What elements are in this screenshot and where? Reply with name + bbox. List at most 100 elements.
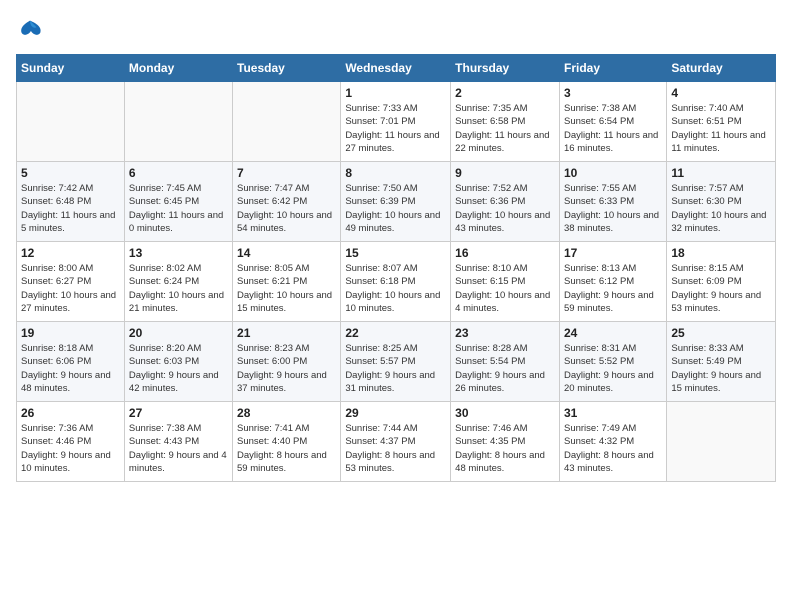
calendar-cell: 16 Sunrise: 8:10 AM Sunset: 6:15 PM Dayli… <box>451 242 560 322</box>
calendar-cell: 25Sunrise: 8:33 AM Sunset: 5:49 PM Dayli… <box>667 322 776 402</box>
column-header-monday: Monday <box>124 55 232 82</box>
calendar-cell: 15 Sunrise: 8:07 AM Sunset: 6:18 PM Dayli… <box>341 242 451 322</box>
day-info: Sunrise: 7:50 AM Sunset: 6:39 PM Dayligh… <box>345 182 446 235</box>
column-header-saturday: Saturday <box>667 55 776 82</box>
day-number: 5 <box>21 166 120 180</box>
day-number: 28 <box>237 406 336 420</box>
calendar-cell <box>233 82 341 162</box>
day-number: 14 <box>237 246 336 260</box>
day-info: Sunrise: 7:45 AM Sunset: 6:45 PM Dayligh… <box>129 182 228 235</box>
calendar-cell: 4 Sunrise: 7:40 AM Sunset: 6:51 PM Daylig… <box>667 82 776 162</box>
day-number: 1 <box>345 86 446 100</box>
day-info: Sunrise: 7:40 AM Sunset: 6:51 PM Dayligh… <box>671 102 771 155</box>
day-info: Sunrise: 8:18 AM Sunset: 6:06 PM Dayligh… <box>21 342 120 395</box>
day-number: 3 <box>564 86 662 100</box>
calendar-cell: 21 Sunrise: 8:23 AM Sunset: 6:00 PM Dayli… <box>233 322 341 402</box>
calendar-cell: 28 Sunrise: 7:41 AM Sunset: 4:40 PM Dayli… <box>233 402 341 482</box>
day-info: Sunrise: 7:42 AM Sunset: 6:48 PM Dayligh… <box>21 182 120 235</box>
day-number: 8 <box>345 166 446 180</box>
column-header-wednesday: Wednesday <box>341 55 451 82</box>
calendar-cell: 3 Sunrise: 7:38 AM Sunset: 6:54 PM Daylig… <box>559 82 666 162</box>
day-info: Sunrise: 7:44 AM Sunset: 4:37 PM Dayligh… <box>345 422 446 475</box>
calendar-cell: 7 Sunrise: 7:47 AM Sunset: 6:42 PM Daylig… <box>233 162 341 242</box>
day-number: 22 <box>345 326 446 340</box>
day-info: Sunrise: 7:35 AM Sunset: 6:58 PM Dayligh… <box>455 102 555 155</box>
logo-bird-icon <box>16 16 44 44</box>
day-info: Sunrise: 8:20 AM Sunset: 6:03 PM Dayligh… <box>129 342 228 395</box>
page-header <box>16 16 776 44</box>
day-number: 16 <box>455 246 555 260</box>
day-info: Sunrise: 7:49 AM Sunset: 4:32 PM Dayligh… <box>564 422 662 475</box>
day-info: Sunrise: 8:13 AM Sunset: 6:12 PM Dayligh… <box>564 262 662 315</box>
day-number: 26 <box>21 406 120 420</box>
day-info: Sunrise: 8:23 AM Sunset: 6:00 PM Dayligh… <box>237 342 336 395</box>
calendar-table: SundayMondayTuesdayWednesdayThursdayFrid… <box>16 54 776 482</box>
column-header-thursday: Thursday <box>451 55 560 82</box>
week-row-3: 12Sunrise: 8:00 AM Sunset: 6:27 PM Dayli… <box>17 242 776 322</box>
calendar-cell: 2 Sunrise: 7:35 AM Sunset: 6:58 PM Daylig… <box>451 82 560 162</box>
day-info: Sunrise: 8:15 AM Sunset: 6:09 PM Dayligh… <box>671 262 771 315</box>
column-header-tuesday: Tuesday <box>233 55 341 82</box>
day-number: 2 <box>455 86 555 100</box>
day-info: Sunrise: 7:38 AM Sunset: 6:54 PM Dayligh… <box>564 102 662 155</box>
day-info: Sunrise: 8:28 AM Sunset: 5:54 PM Dayligh… <box>455 342 555 395</box>
week-row-1: 1 Sunrise: 7:33 AM Sunset: 7:01 PM Daylig… <box>17 82 776 162</box>
logo <box>16 16 48 44</box>
day-number: 31 <box>564 406 662 420</box>
calendar-cell: 30 Sunrise: 7:46 AM Sunset: 4:35 PM Dayli… <box>451 402 560 482</box>
day-info: Sunrise: 7:33 AM Sunset: 7:01 PM Dayligh… <box>345 102 446 155</box>
day-number: 20 <box>129 326 228 340</box>
day-info: Sunrise: 7:57 AM Sunset: 6:30 PM Dayligh… <box>671 182 771 235</box>
week-row-2: 5 Sunrise: 7:42 AM Sunset: 6:48 PM Daylig… <box>17 162 776 242</box>
header-row: SundayMondayTuesdayWednesdayThursdayFrid… <box>17 55 776 82</box>
day-number: 12 <box>21 246 120 260</box>
calendar-cell: 17 Sunrise: 8:13 AM Sunset: 6:12 PM Dayli… <box>559 242 666 322</box>
calendar-cell <box>667 402 776 482</box>
calendar-cell: 10 Sunrise: 7:55 AM Sunset: 6:33 PM Dayli… <box>559 162 666 242</box>
calendar-cell: 8 Sunrise: 7:50 AM Sunset: 6:39 PM Daylig… <box>341 162 451 242</box>
calendar-cell <box>17 82 125 162</box>
day-info: Sunrise: 7:55 AM Sunset: 6:33 PM Dayligh… <box>564 182 662 235</box>
day-number: 29 <box>345 406 446 420</box>
calendar-cell: 29 Sunrise: 7:44 AM Sunset: 4:37 PM Dayli… <box>341 402 451 482</box>
day-number: 6 <box>129 166 228 180</box>
day-info: Sunrise: 8:33 AM Sunset: 5:49 PM Dayligh… <box>671 342 771 395</box>
day-number: 4 <box>671 86 771 100</box>
day-number: 30 <box>455 406 555 420</box>
calendar-cell: 14 Sunrise: 8:05 AM Sunset: 6:21 PM Dayli… <box>233 242 341 322</box>
day-info: Sunrise: 8:10 AM Sunset: 6:15 PM Dayligh… <box>455 262 555 315</box>
calendar-cell: 27Sunrise: 7:38 AM Sunset: 4:43 PM Dayli… <box>124 402 232 482</box>
day-number: 15 <box>345 246 446 260</box>
day-number: 11 <box>671 166 771 180</box>
day-info: Sunrise: 7:41 AM Sunset: 4:40 PM Dayligh… <box>237 422 336 475</box>
day-info: Sunrise: 8:05 AM Sunset: 6:21 PM Dayligh… <box>237 262 336 315</box>
calendar-cell: 13 Sunrise: 8:02 AM Sunset: 6:24 PM Dayli… <box>124 242 232 322</box>
day-info: Sunrise: 7:52 AM Sunset: 6:36 PM Dayligh… <box>455 182 555 235</box>
day-number: 9 <box>455 166 555 180</box>
day-number: 21 <box>237 326 336 340</box>
calendar-cell: 1 Sunrise: 7:33 AM Sunset: 7:01 PM Daylig… <box>341 82 451 162</box>
day-info: Sunrise: 8:07 AM Sunset: 6:18 PM Dayligh… <box>345 262 446 315</box>
calendar-cell: 24Sunrise: 8:31 AM Sunset: 5:52 PM Dayli… <box>559 322 666 402</box>
day-number: 13 <box>129 246 228 260</box>
day-info: Sunrise: 8:25 AM Sunset: 5:57 PM Dayligh… <box>345 342 446 395</box>
day-number: 24 <box>564 326 662 340</box>
day-number: 19 <box>21 326 120 340</box>
day-number: 7 <box>237 166 336 180</box>
day-number: 17 <box>564 246 662 260</box>
day-info: Sunrise: 8:02 AM Sunset: 6:24 PM Dayligh… <box>129 262 228 315</box>
week-row-4: 19 Sunrise: 8:18 AM Sunset: 6:06 PM Dayli… <box>17 322 776 402</box>
calendar-cell: 18Sunrise: 8:15 AM Sunset: 6:09 PM Dayli… <box>667 242 776 322</box>
day-number: 10 <box>564 166 662 180</box>
day-info: Sunrise: 7:47 AM Sunset: 6:42 PM Dayligh… <box>237 182 336 235</box>
day-info: Sunrise: 7:36 AM Sunset: 4:46 PM Dayligh… <box>21 422 120 475</box>
calendar-cell <box>124 82 232 162</box>
column-header-sunday: Sunday <box>17 55 125 82</box>
day-info: Sunrise: 7:46 AM Sunset: 4:35 PM Dayligh… <box>455 422 555 475</box>
day-info: Sunrise: 7:38 AM Sunset: 4:43 PM Dayligh… <box>129 422 228 475</box>
calendar-cell: 22 Sunrise: 8:25 AM Sunset: 5:57 PM Dayli… <box>341 322 451 402</box>
calendar-body: 1 Sunrise: 7:33 AM Sunset: 7:01 PM Daylig… <box>17 82 776 482</box>
calendar-cell: 31 Sunrise: 7:49 AM Sunset: 4:32 PM Dayli… <box>559 402 666 482</box>
calendar-cell: 26 Sunrise: 7:36 AM Sunset: 4:46 PM Dayli… <box>17 402 125 482</box>
calendar-cell: 6 Sunrise: 7:45 AM Sunset: 6:45 PM Daylig… <box>124 162 232 242</box>
